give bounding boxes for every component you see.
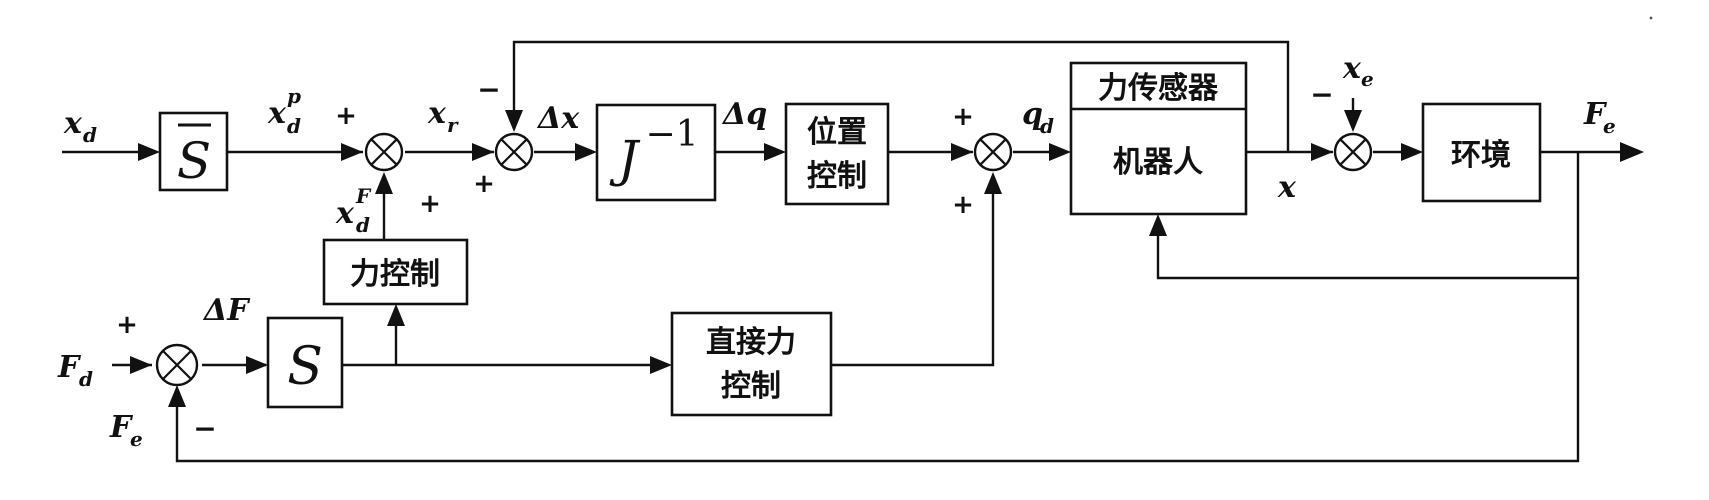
block-force-sensor-robot: 力传感器 机器人 xyxy=(1069,61,1248,216)
direct-force-line2: 控制 xyxy=(721,369,781,404)
sum-junction-5 xyxy=(155,343,199,387)
sum-junction-1 xyxy=(364,132,404,172)
block-environment: 环境 xyxy=(1421,102,1542,203)
block-force-control: 力控制 xyxy=(322,238,469,306)
sign-sum1-bottom-plus: + xyxy=(419,189,441,219)
label-xdf: x xyxy=(335,196,355,231)
arrow-into-sum5-left xyxy=(130,356,152,374)
label-xdp: x xyxy=(267,96,287,131)
label-xdf-sup: F xyxy=(355,184,372,208)
label-fd-sub: d xyxy=(79,367,93,391)
arrow-into-s xyxy=(246,356,268,374)
label-xd-sub: d xyxy=(83,123,97,147)
arrow-into-sum3-left xyxy=(951,143,973,161)
label-delta-x: Δx xyxy=(536,101,580,136)
label-qd-sub: d xyxy=(1040,114,1054,138)
sign-sum3-left-plus: + xyxy=(952,102,974,132)
block-jacobian-inverse: J −1 xyxy=(595,103,717,202)
arrow-into-env xyxy=(1401,143,1423,161)
robot-label: 机器人 xyxy=(1113,145,1203,180)
sum-junction-2 xyxy=(494,132,534,172)
arrow-into-forcectrl xyxy=(387,304,405,326)
arrow-into-sum1-bottom xyxy=(375,172,393,194)
block-position-control: 位置 控制 xyxy=(784,102,890,206)
arrow-into-sum1 xyxy=(341,143,363,161)
arrow-into-robot-bottom xyxy=(1149,214,1167,236)
block-s-bar: S xyxy=(158,111,229,192)
sign-sum3-bottom-plus: + xyxy=(952,190,974,220)
label-fe-output-sub: e xyxy=(1603,114,1616,138)
label-fe-feedback-sub: e xyxy=(130,427,143,451)
arrow-into-posctrl xyxy=(764,143,786,161)
label-xe: x xyxy=(1342,51,1362,86)
arrow-into-sum2-top xyxy=(505,110,523,132)
arrow-into-jinv xyxy=(575,143,597,161)
arrow-into-sum3-bottom xyxy=(984,172,1002,194)
sign-sum2-top-minus: − xyxy=(477,73,500,106)
sum-junction-3 xyxy=(973,132,1013,172)
arrow-into-sum2-left xyxy=(472,143,494,161)
block-direct-force-control: 直接力 控制 xyxy=(670,311,833,417)
label-xdf-sub: d xyxy=(356,213,370,237)
force-control-label: 力控制 xyxy=(350,257,440,292)
s-bar-text: S xyxy=(177,132,211,190)
arrow-into-robot xyxy=(1049,143,1071,161)
arrow-into-sum4-left xyxy=(1311,143,1333,161)
sign-sum2-left-plus: + xyxy=(473,169,495,199)
label-delta-q: Δq xyxy=(721,97,767,132)
environment-label: 环境 xyxy=(1451,138,1511,173)
force-sensor-label: 力传感器 xyxy=(1098,71,1219,106)
direct-force-line1: 直接力 xyxy=(706,325,796,360)
s-text: S xyxy=(287,337,323,397)
arrow-into-directforce xyxy=(650,356,672,374)
label-x-output: x xyxy=(1277,170,1297,205)
label-delta-f: ΔF xyxy=(202,293,251,328)
label-xd: x xyxy=(63,106,83,141)
position-control-line2: 控制 xyxy=(807,159,867,194)
label-xr: x xyxy=(427,96,447,131)
label-xe-sub: e xyxy=(1361,67,1374,91)
arrow-into-sum5-bottom xyxy=(168,385,186,407)
sign-sum5-bottom-minus: − xyxy=(193,412,216,445)
sign-sum1-left-plus: + xyxy=(335,101,357,131)
label-xdp-sub: d xyxy=(287,114,301,138)
sum-junction-4 xyxy=(1333,132,1373,172)
position-control-line1: 位置 xyxy=(807,115,867,150)
wire-fe-feedback-bottom xyxy=(175,278,1580,463)
force-position-control-block-diagram: S J −1 位置 控制 力传感器 机器人 环境 力控制 S 直接力 控制 x … xyxy=(57,16,1653,463)
label-xdp-sup: p xyxy=(287,84,301,108)
arrow-fe-out xyxy=(1620,142,1644,162)
sign-sum5-left-plus: + xyxy=(116,310,138,340)
arrow-into-sum4-top xyxy=(1344,110,1362,132)
sign-sum4-top-minus: − xyxy=(1310,78,1333,111)
block-s: S xyxy=(266,316,344,409)
corner-dot xyxy=(1649,16,1653,20)
arrow-into-sbar xyxy=(138,143,160,161)
jacobian-exponent: −1 xyxy=(645,114,698,155)
label-xr-sub: r xyxy=(447,113,459,137)
